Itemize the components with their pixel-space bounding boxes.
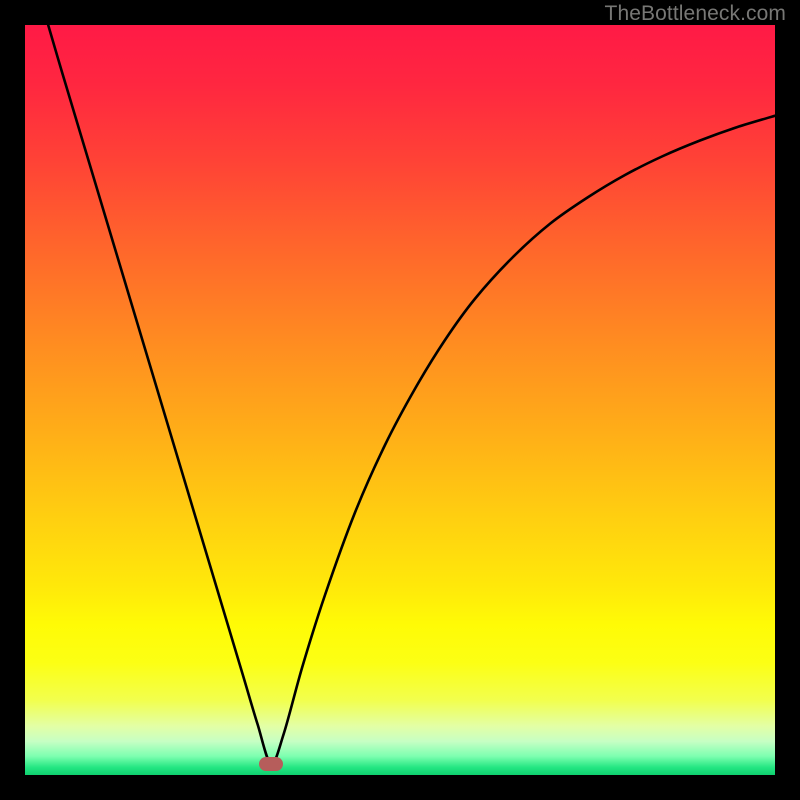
chart-frame: TheBottleneck.com bbox=[0, 0, 800, 800]
watermark-text: TheBottleneck.com bbox=[605, 2, 786, 26]
optimal-point-marker bbox=[259, 757, 283, 771]
bottleneck-curve bbox=[25, 25, 775, 775]
plot-area bbox=[25, 25, 775, 775]
